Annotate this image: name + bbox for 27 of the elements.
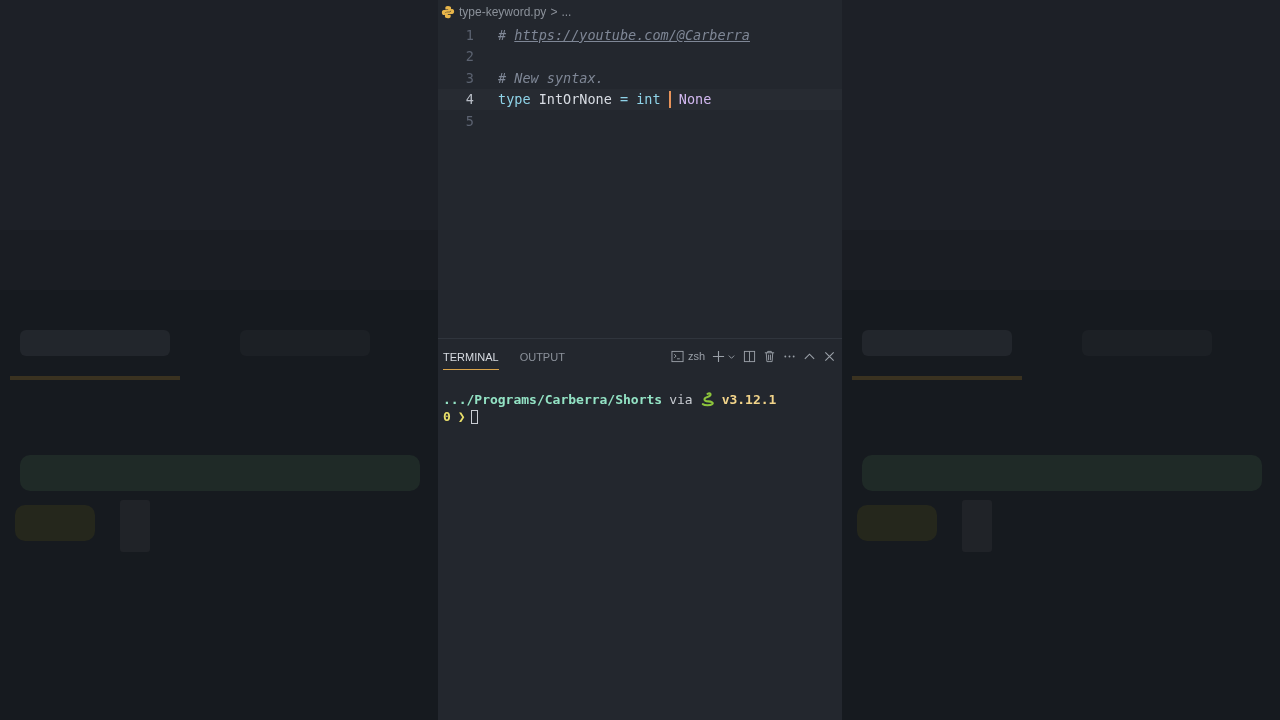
prompt-via: via [669,392,693,407]
prompt-path: .../Programs/Carberra/Shorts [443,392,663,407]
split-icon[interactable] [743,349,756,363]
breadcrumb-separator: > [550,5,558,19]
line-number: 5 [464,112,474,129]
breadcrumb-file[interactable]: type-keyword.py [459,5,547,19]
python-version: v3.12.1 [721,392,777,407]
panel-tab[interactable]: TERMINAL [443,342,499,370]
close-icon[interactable] [823,349,836,363]
snake-icon [699,392,715,407]
line-number: 4 [464,91,474,108]
panel-tab[interactable]: OUTPUT [519,342,565,370]
plus-icon[interactable] [712,349,725,363]
exit-status: 0 [443,409,451,424]
terminal-cursor [470,409,478,424]
code-line: type IntOrNone = int None [498,90,712,108]
line-number: 2 [464,48,474,65]
breadcrumb-more[interactable]: ... [561,5,572,19]
code-line: # https://youtube.com/@Carberra [498,26,750,43]
code-line: # New syntax. [498,69,604,86]
shell-name[interactable]: zsh [687,350,705,362]
prompt-symbol: ❯ [457,409,466,424]
terminal-icon [670,349,684,363]
python-file-icon [441,5,455,19]
line-number: 1 [464,26,474,43]
trash-icon[interactable] [763,349,776,363]
line-number: 3 [464,69,474,86]
